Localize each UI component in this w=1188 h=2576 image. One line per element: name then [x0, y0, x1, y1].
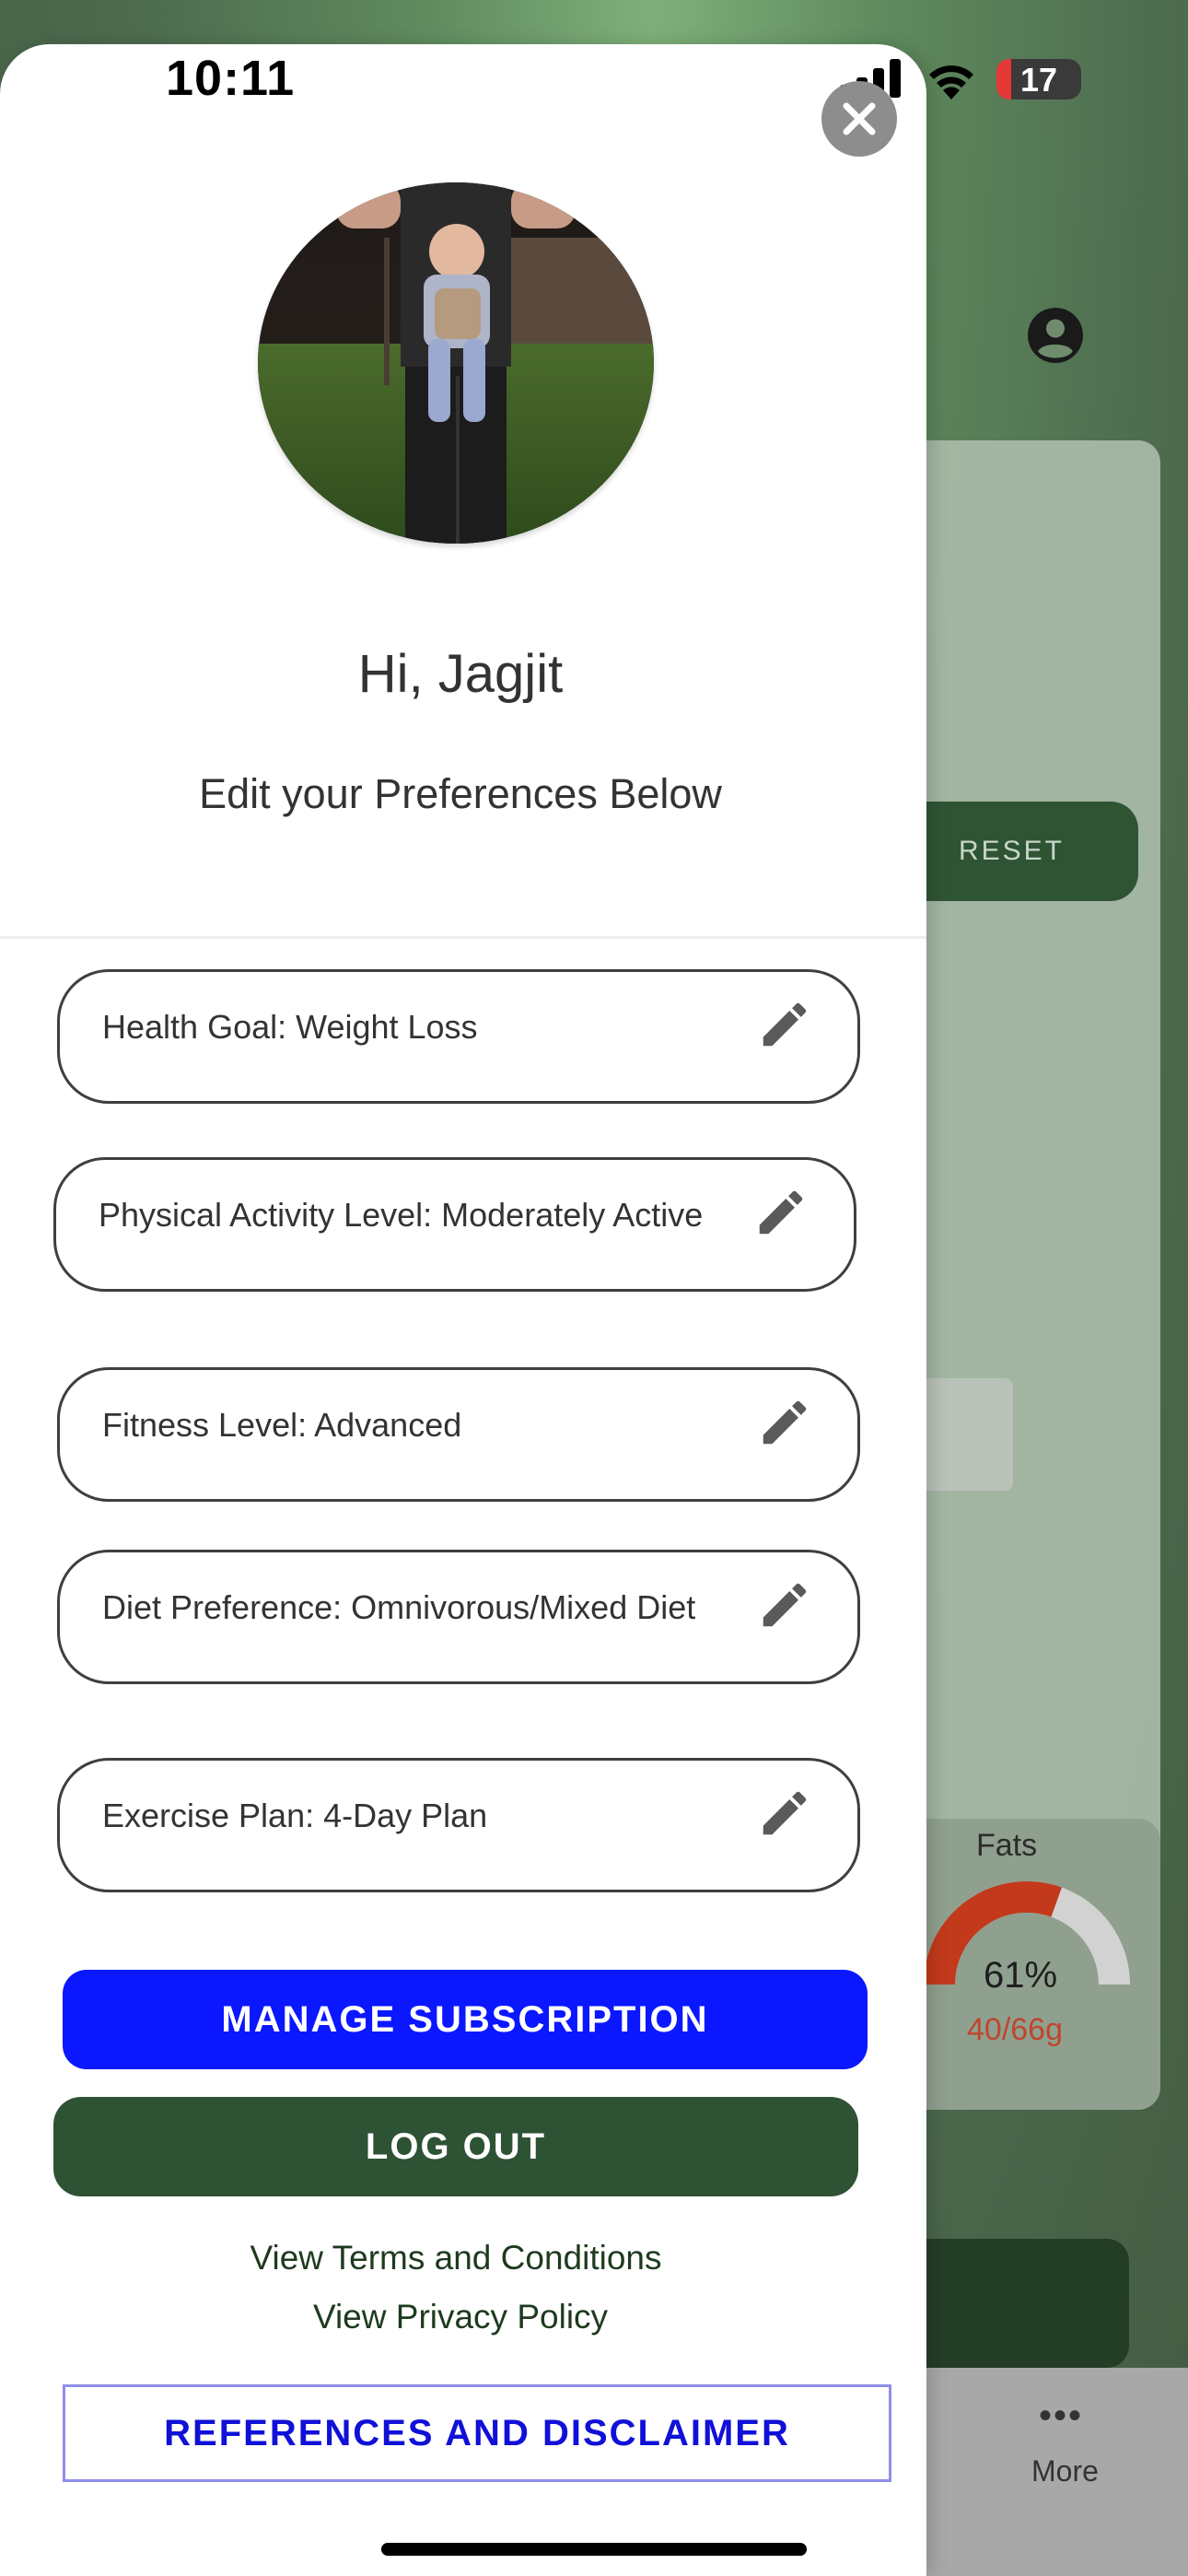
profile-icon[interactable]	[1028, 308, 1083, 363]
pencil-icon[interactable]	[756, 996, 813, 1053]
privacy-link[interactable]: View Privacy Policy	[0, 2298, 921, 2336]
battery-level: 17	[1019, 61, 1058, 99]
fats-percent: 61%	[984, 1955, 1058, 1996]
terms-link[interactable]: View Terms and Conditions	[0, 2239, 912, 2277]
preference-label: Fitness Level: Advanced	[102, 1406, 462, 1444]
more-icon[interactable]: •••	[1039, 2395, 1083, 2437]
manage-subscription-button[interactable]: MANAGE SUBSCRIPTION	[63, 1970, 868, 2069]
pencil-icon[interactable]	[756, 1785, 813, 1842]
divider	[0, 936, 926, 939]
wifi-icon	[929, 65, 973, 100]
log-out-button[interactable]: LOG OUT	[53, 2097, 858, 2196]
preferences-subtitle: Edit your Preferences Below	[199, 770, 722, 817]
preference-label: Diet Preference: Omnivorous/Mixed Diet	[102, 1588, 696, 1626]
preference-label: Exercise Plan: 4-Day Plan	[102, 1797, 488, 1834]
avatar-photo	[258, 182, 654, 544]
pencil-icon[interactable]	[756, 1394, 813, 1451]
close-button[interactable]	[821, 81, 897, 157]
preference-fitness-level[interactable]: Fitness Level: Advanced	[57, 1367, 860, 1502]
preference-health-goal[interactable]: Health Goal: Weight Loss	[57, 969, 860, 1104]
home-indicator	[381, 2543, 807, 2556]
avatar[interactable]	[258, 182, 654, 544]
greeting-heading: Hi, Jagjit	[357, 644, 564, 704]
close-icon	[843, 102, 876, 135]
pencil-icon[interactable]	[752, 1184, 809, 1241]
fats-value: 40/66g	[967, 2012, 1063, 2047]
preference-exercise-plan[interactable]: Exercise Plan: 4-Day Plan	[57, 1758, 860, 1892]
tab-more-label[interactable]: More	[1031, 2454, 1099, 2488]
preference-diet[interactable]: Diet Preference: Omnivorous/Mixed Diet	[57, 1550, 860, 1684]
pencil-icon[interactable]	[756, 1576, 813, 1633]
status-time: 10:11	[166, 51, 296, 106]
preference-label: Physical Activity Level: Moderately Acti…	[99, 1196, 704, 1234]
preference-label: Health Goal: Weight Loss	[102, 1008, 478, 1046]
fats-title: Fats	[976, 1828, 1038, 1863]
preference-activity-level[interactable]: Physical Activity Level: Moderately Acti…	[53, 1157, 856, 1292]
battery-icon: 17	[996, 59, 1081, 100]
references-disclaimer-button[interactable]: REFERENCES AND DISCLAIMER	[63, 2384, 891, 2482]
